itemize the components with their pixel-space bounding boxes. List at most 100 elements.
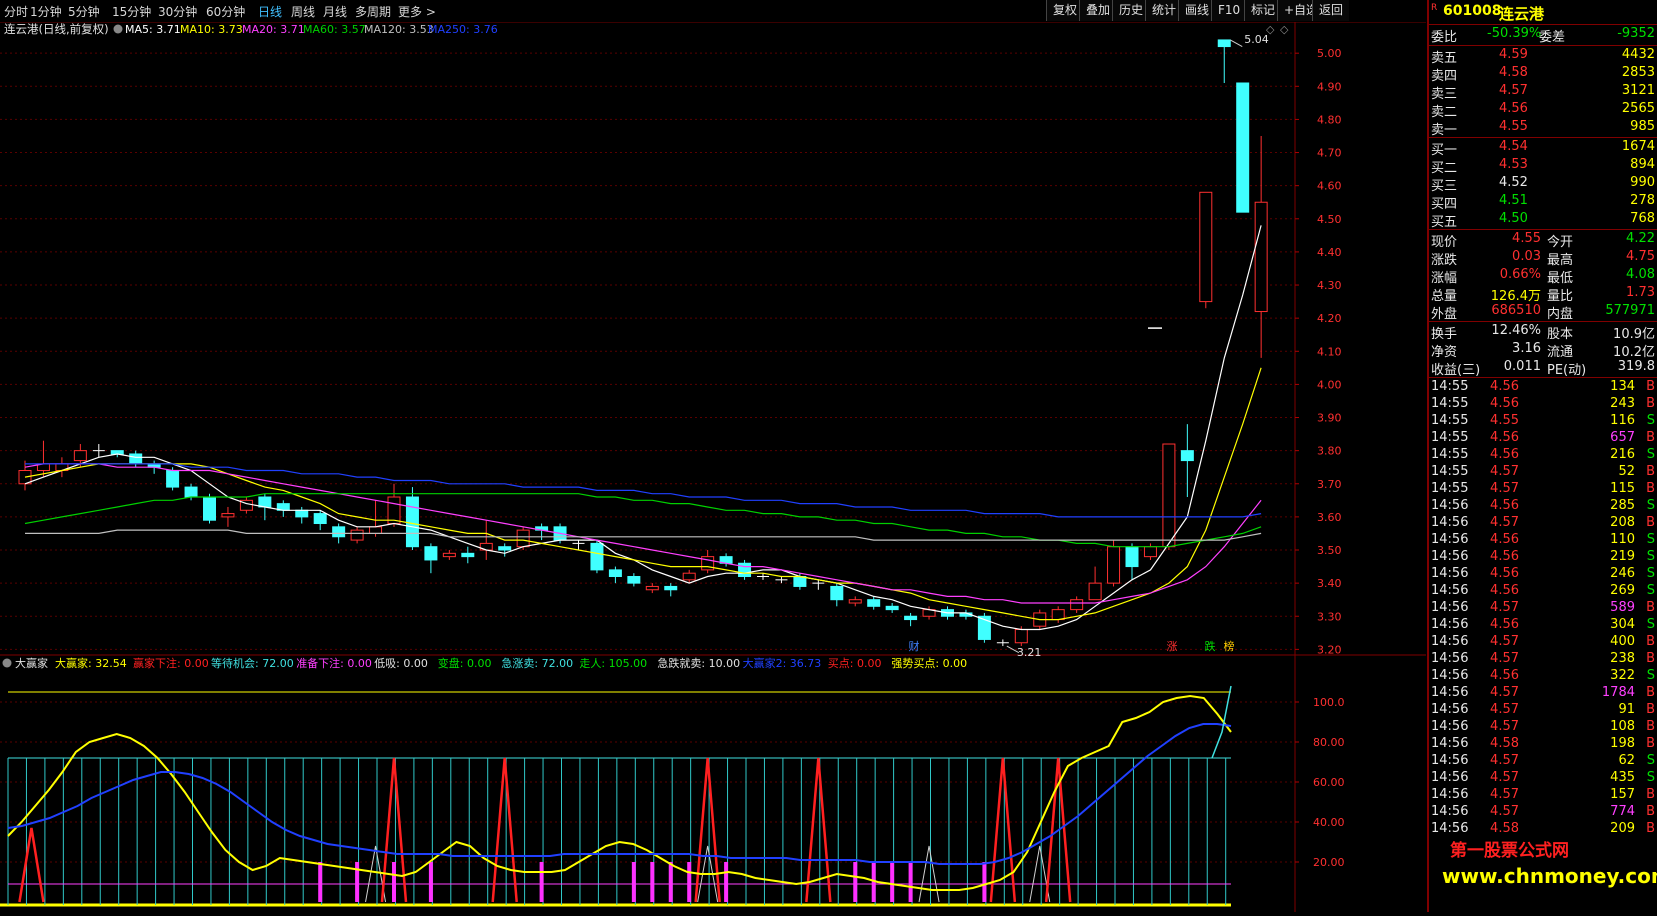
wei-bi-row: 委比 -50.39% 委差 -9352 <box>1429 26 1657 45</box>
stat-value: 577971 <box>1605 303 1655 318</box>
tick-price: 4.56 <box>1490 396 1519 411</box>
period-tab-5[interactable]: 60分钟 <box>206 3 245 20</box>
price-tick-label: 4.00 <box>1317 378 1342 391</box>
toolbar-button-3[interactable]: 统计 <box>1145 0 1183 21</box>
indicator-tick-label: 60.00 <box>1313 776 1345 789</box>
period-tab-8[interactable]: 月线 <box>323 3 347 20</box>
stat2-label: 收益(三) <box>1431 363 1481 378</box>
stat-row: 涨跌 0.03 最高 4.75 <box>1429 249 1657 268</box>
tick-row: 14:56 4.56 285 S <box>1429 498 1657 516</box>
ma-line-ma5 <box>24 225 1262 631</box>
candle-body <box>313 513 327 525</box>
sell-row: 卖四 4.58 2853 <box>1429 65 1657 84</box>
stock-code: 601008 <box>1443 3 1502 19</box>
indicator-label-10: 买点: 0.00 <box>828 657 882 670</box>
sell-label: 卖二 <box>1431 105 1458 120</box>
quote-panel: R 601008 连云港 委比 -50.39% 委差 -9352 卖五 4.59 4432 卖四 4.… <box>1427 0 1657 912</box>
buy-volume: 768 <box>1630 211 1655 226</box>
sell-volume: 2565 <box>1621 101 1655 116</box>
toolbar-button-8[interactable]: 返回 <box>1312 0 1350 21</box>
tick-volume: 157 <box>1610 787 1635 802</box>
tick-row: 14:56 4.56 269 S <box>1429 583 1657 601</box>
buy-price: 4.50 <box>1499 211 1528 226</box>
tick-side: B <box>1646 804 1655 819</box>
wei-cha-label: 委差 <box>1539 30 1566 45</box>
stat2-value: 12.46% <box>1491 323 1541 338</box>
period-tab-3[interactable]: 15分钟 <box>112 3 151 20</box>
tick-row: 14:56 4.57 435 S <box>1429 770 1657 788</box>
price-tick-label: 3.90 <box>1317 412 1342 425</box>
tick-row: 14:56 4.57 62 S <box>1429 753 1657 771</box>
tick-volume: 246 <box>1610 566 1635 581</box>
ma-line-ma10 <box>24 367 1262 621</box>
chart-area[interactable]: 5.00 4.90 4.80 4.70 4.60 4.50 4.40 4.30 4.20 4.10… <box>0 22 1426 912</box>
candle-body <box>461 552 475 558</box>
tick-time: 14:56 <box>1431 736 1469 751</box>
tick-price: 4.56 <box>1490 583 1519 598</box>
toolbar-button-1[interactable]: 叠加 <box>1079 0 1117 21</box>
period-tab-0[interactable]: 分时 <box>4 3 28 20</box>
stat-value: 4.22 <box>1626 231 1655 246</box>
tick-row: 14:55 4.57 115 B <box>1429 481 1657 499</box>
ma-header-label: MA60: 3.57 <box>303 23 366 36</box>
tick-price: 4.57 <box>1490 464 1519 479</box>
price-tick-label: 4.60 <box>1317 180 1342 193</box>
tick-side: S <box>1646 413 1655 428</box>
toolbar-button-6[interactable]: 标记 <box>1244 0 1282 21</box>
stat2-label: PE(动) <box>1547 363 1587 378</box>
indicator-tick-label: 20.00 <box>1313 856 1345 869</box>
red-spike <box>989 757 1017 903</box>
stat-value: 4.08 <box>1626 267 1655 282</box>
period-tab-10[interactable]: 更多 > <box>398 3 436 20</box>
toolbar-button-4[interactable]: 画线 <box>1178 0 1216 21</box>
tick-price: 4.56 <box>1490 447 1519 462</box>
price-tick-label: 4.30 <box>1317 279 1342 292</box>
tick-time: 14:55 <box>1431 396 1469 411</box>
indicator-tick-label: 80.00 <box>1313 736 1345 749</box>
tick-row: 14:56 4.58 198 B <box>1429 736 1657 754</box>
tick-time: 14:55 <box>1431 464 1469 479</box>
candle-body <box>350 529 364 541</box>
ma-line-ma120 <box>25 529 1262 541</box>
period-tab-9[interactable]: 多周期 <box>355 3 391 20</box>
tick-time: 14:56 <box>1431 617 1469 632</box>
candle-body <box>516 529 530 548</box>
price-tick-label: 5.00 <box>1317 47 1342 60</box>
candle-body <box>369 526 383 534</box>
toolbar-button-2[interactable]: 历史 <box>1112 0 1150 21</box>
candle-body <box>184 486 198 498</box>
period-tab-6[interactable]: 日线 <box>258 3 282 20</box>
tick-volume: 52 <box>1618 464 1635 479</box>
indicator-label-4: 低吸: 0.00 <box>374 657 428 670</box>
kline-chart-svg[interactable]: 5.00 4.90 4.80 4.70 4.60 4.50 4.40 4.30 4.20 4.10… <box>0 22 1426 912</box>
tick-time: 14:56 <box>1431 668 1469 683</box>
toolbar-button-0[interactable]: 复权 <box>1046 0 1084 21</box>
sell-label: 卖五 <box>1431 51 1458 66</box>
period-tab-4[interactable]: 30分钟 <box>158 3 197 20</box>
tick-time: 14:56 <box>1431 532 1469 547</box>
watermark-title: 第一股票公式网 <box>1450 841 1569 861</box>
tick-side: B <box>1646 736 1655 751</box>
high-label-pointer <box>1230 39 1243 47</box>
stat-value: 4.55 <box>1512 231 1541 246</box>
wei-bi-label: 委比 <box>1431 30 1458 45</box>
stat-row: 总量 126.4万 量比 1.73 <box>1429 285 1657 304</box>
tick-volume: 400 <box>1610 634 1635 649</box>
buy-price: 4.52 <box>1499 175 1528 190</box>
tick-side: B <box>1646 719 1655 734</box>
period-tab-7[interactable]: 周线 <box>291 3 315 20</box>
tick-side: B <box>1646 651 1655 666</box>
candle-body <box>1236 82 1250 213</box>
period-tab-1[interactable]: 1分钟 <box>30 3 62 20</box>
tick-volume: 110 <box>1610 532 1635 547</box>
candle-body <box>867 599 881 607</box>
period-tab-2[interactable]: 5分钟 <box>68 3 100 20</box>
ma-header-label: MA5: 3.71 <box>125 23 181 36</box>
toolbar-button-5[interactable]: F10 <box>1211 0 1247 21</box>
tick-volume: 62 <box>1618 753 1635 768</box>
tick-time: 14:56 <box>1431 515 1469 530</box>
stat-value: 0.03 <box>1512 249 1541 264</box>
event-mark-3: 榜 <box>1224 639 1235 653</box>
tick-time: 14:55 <box>1431 481 1469 496</box>
buy-volume: 894 <box>1630 157 1655 172</box>
